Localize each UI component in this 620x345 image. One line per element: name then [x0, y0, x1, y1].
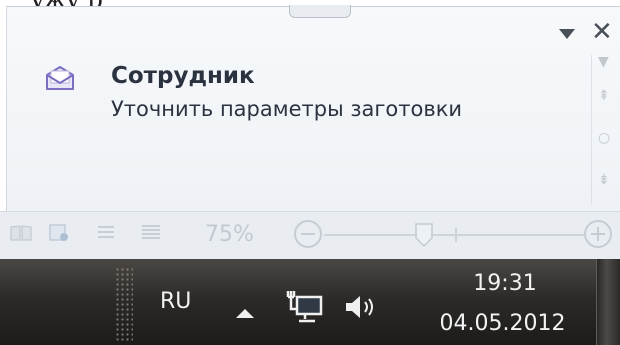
- web-layout-icon[interactable]: [95, 224, 117, 242]
- network-icon[interactable]: [285, 289, 325, 325]
- clock-date[interactable]: 04.05.2012: [420, 311, 585, 336]
- new-mail-notification[interactable]: ✕ Сотрудник Уточнить параметры заготовки…: [6, 5, 620, 212]
- volume-icon[interactable]: [344, 293, 380, 321]
- zoom-center-mark: [455, 228, 457, 242]
- read-mode-icon[interactable]: [10, 224, 32, 242]
- taskbar-grip[interactable]: [115, 267, 133, 343]
- taskbar: RU 19:31 04.05.2012: [0, 259, 620, 345]
- clock-time[interactable]: 19:31: [430, 271, 580, 296]
- document-status-bar: 75%: [0, 211, 620, 260]
- zoom-slider-track[interactable]: [324, 234, 584, 236]
- scroll-down-icon: ▼: [598, 54, 609, 70]
- zoom-in-button[interactable]: [584, 220, 612, 248]
- browse-object-icon: ○: [598, 130, 611, 146]
- show-desktop-button[interactable]: [596, 259, 620, 345]
- page-up-icon: ⇞: [598, 88, 610, 104]
- popup-scroll-column: ▼ ⇞ ○ ⇟: [591, 55, 620, 205]
- envelope-icon: [46, 66, 74, 90]
- popup-grip-handle[interactable]: [289, 5, 351, 18]
- draft-view-icon[interactable]: [140, 224, 162, 242]
- zoom-out-button[interactable]: [294, 220, 322, 248]
- notification-subject[interactable]: Уточнить параметры заготовки: [111, 97, 462, 121]
- input-language-indicator[interactable]: RU: [160, 289, 191, 314]
- notification-sender[interactable]: Сотрудник: [111, 63, 255, 89]
- close-icon[interactable]: ✕: [591, 19, 613, 45]
- zoom-slider-thumb[interactable]: [413, 222, 435, 248]
- dropdown-arrow-icon[interactable]: [559, 29, 575, 39]
- print-layout-icon[interactable]: [48, 224, 70, 242]
- show-hidden-icons-arrow[interactable]: [236, 309, 254, 318]
- zoom-percentage[interactable]: 75%: [205, 222, 254, 247]
- page-down-icon: ⇟: [598, 172, 610, 188]
